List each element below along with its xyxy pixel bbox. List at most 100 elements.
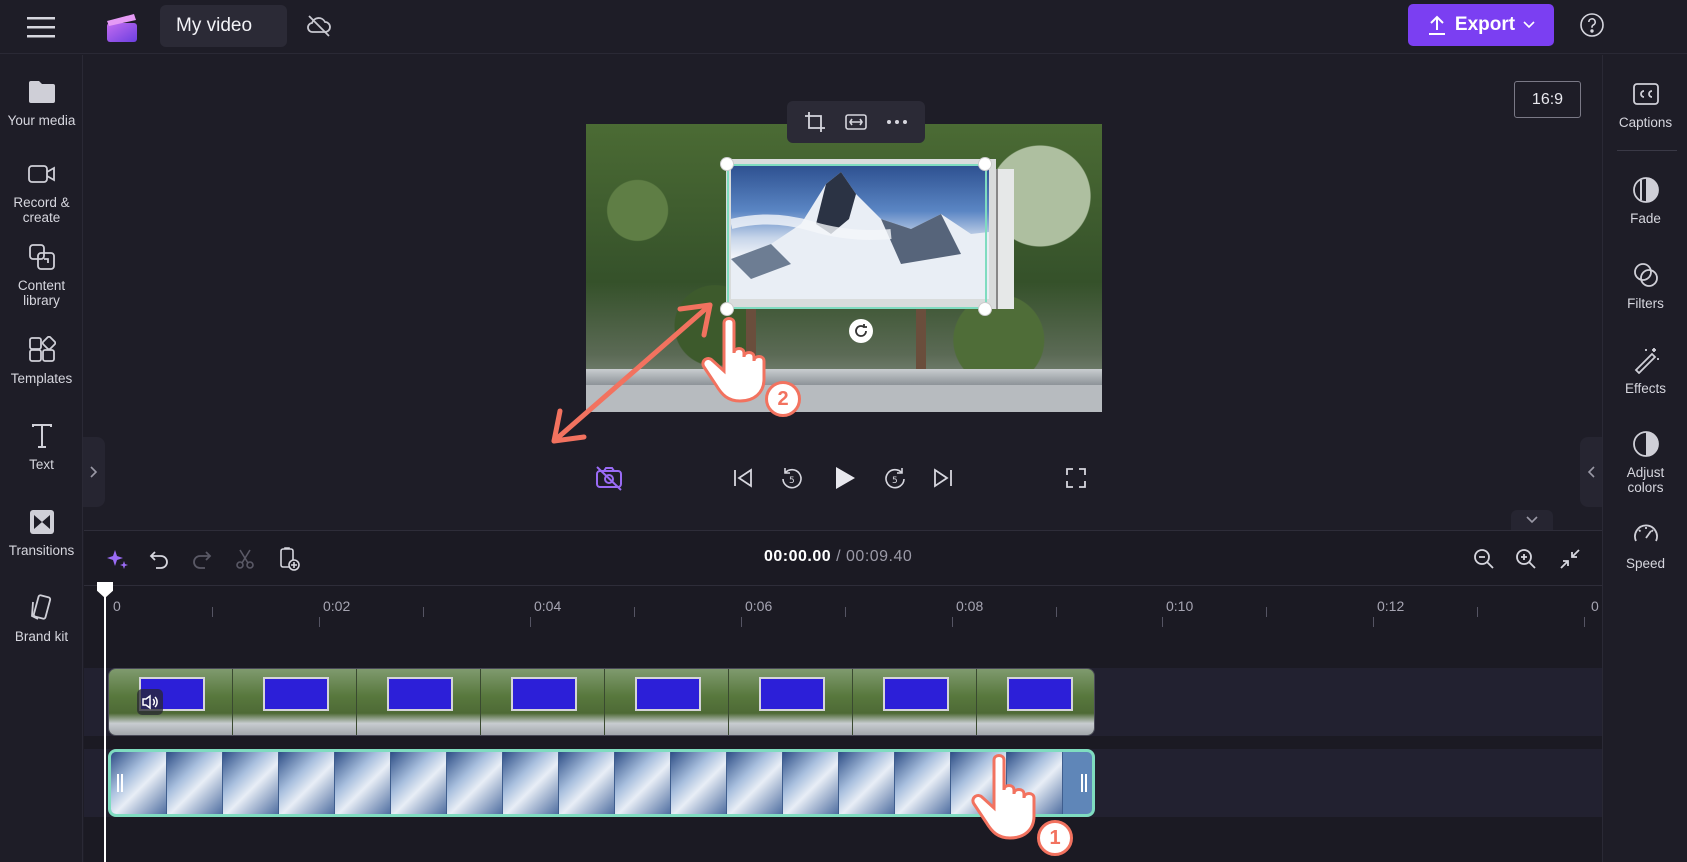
- scissors-icon[interactable]: [230, 544, 260, 574]
- sidebar-item-speed[interactable]: Speed: [1603, 520, 1687, 571]
- clip-thumbnail: [605, 669, 729, 735]
- text-icon: [27, 421, 57, 451]
- redo-icon[interactable]: [187, 544, 217, 574]
- clip-thumbnail: [977, 669, 1094, 735]
- svg-text:5: 5: [892, 476, 898, 486]
- top-bar: My video Export: [0, 0, 1687, 54]
- fade-icon: [1631, 175, 1661, 205]
- sparkle-icon[interactable]: [102, 544, 132, 574]
- sidebar-item-templates[interactable]: Templates: [0, 335, 83, 386]
- sidebar-item-fade[interactable]: Fade: [1603, 175, 1687, 226]
- ruler-tick: [423, 607, 424, 617]
- rotate-handle[interactable]: [849, 319, 873, 343]
- collapse-preview-button[interactable]: [1511, 510, 1553, 530]
- clip-thumbnail: [503, 752, 559, 814]
- skip-back-icon[interactable]: [726, 458, 760, 498]
- resize-handle-bottom-left[interactable]: [720, 302, 734, 316]
- sidebar-item-effects[interactable]: Effects: [1603, 345, 1687, 396]
- content-library-icon: [27, 242, 57, 272]
- project-title[interactable]: My video: [160, 5, 287, 47]
- step-1-badge: 1: [1037, 820, 1073, 856]
- clip-thumbnail: [727, 752, 783, 814]
- add-media-icon[interactable]: [274, 544, 304, 574]
- sidebar-item-label: Brand kit: [14, 629, 69, 644]
- clip-thumbnail: [167, 752, 223, 814]
- floating-toolbar: [787, 101, 925, 143]
- upload-icon: [1427, 14, 1447, 36]
- resize-arrow-annotation: [551, 302, 713, 444]
- resize-handle-top-left[interactable]: [720, 157, 734, 171]
- video-camera-icon: [27, 159, 57, 189]
- zoom-out-icon[interactable]: [1469, 544, 1499, 574]
- sidebar-item-filters[interactable]: Filters: [1603, 260, 1687, 311]
- sidebar-item-label: Captions: [1618, 115, 1673, 130]
- ruler-tick: [530, 617, 531, 627]
- sidebar-item-label: Transitions: [8, 543, 75, 558]
- fullscreen-icon[interactable]: [1059, 458, 1093, 498]
- sidebar-item-transitions[interactable]: Transitions: [0, 507, 83, 558]
- fit-icon[interactable]: [843, 109, 869, 135]
- speaker-icon[interactable]: [137, 689, 163, 715]
- video-clip-mountain[interactable]: [108, 749, 1095, 817]
- clip-thumbnail: [783, 752, 839, 814]
- skip-forward-icon[interactable]: [926, 458, 960, 498]
- sidebar-item-label: Effects: [1624, 381, 1667, 396]
- forward-5-icon[interactable]: 5: [878, 458, 912, 498]
- aspect-ratio-button[interactable]: 16:9: [1514, 81, 1581, 118]
- menu-icon[interactable]: [24, 12, 58, 42]
- divider: [1617, 150, 1677, 151]
- ruler-tick: [845, 607, 846, 617]
- sidebar-item-label: Content library: [17, 278, 66, 308]
- playhead[interactable]: [104, 584, 106, 862]
- clipchamp-logo: [104, 9, 140, 45]
- billboard-post: [916, 304, 926, 374]
- overlay-mountain-image[interactable]: [731, 164, 989, 299]
- clip-thumbnail: [391, 752, 447, 814]
- sidebar-item-captions[interactable]: Captions: [1603, 79, 1687, 130]
- sidebar-item-brand-kit[interactable]: Brand kit: [0, 593, 83, 644]
- ruler-tick: [952, 617, 953, 627]
- ruler-label: 0:10: [1166, 598, 1194, 614]
- fit-timeline-icon[interactable]: [1555, 544, 1585, 574]
- brand-kit-icon: [27, 593, 57, 623]
- current-time: 00:00.00: [764, 548, 832, 565]
- clip-thumbnail: [615, 752, 671, 814]
- rewind-5-icon[interactable]: 5: [775, 458, 809, 498]
- sidebar-item-label: Filters: [1627, 296, 1664, 311]
- play-button[interactable]: [828, 458, 862, 498]
- undo-icon[interactable]: [144, 544, 174, 574]
- total-time: 00:09.40: [846, 548, 913, 565]
- clip-thumbnail: [853, 669, 977, 735]
- trim-handle-right[interactable]: [1081, 774, 1087, 792]
- clip-thumbnail: [447, 752, 503, 814]
- more-options-icon[interactable]: [884, 109, 910, 135]
- ruler-label: 0:04: [534, 598, 562, 614]
- ruler-tick: [1162, 617, 1163, 627]
- adjust-colors-icon: [1631, 429, 1661, 459]
- trim-handle-left[interactable]: [117, 774, 123, 792]
- export-button[interactable]: Export: [1408, 4, 1554, 46]
- speed-icon: [1631, 520, 1661, 550]
- ruler-tick: [1266, 607, 1267, 617]
- cloud-off-icon[interactable]: [305, 12, 333, 40]
- resize-handle-top-right[interactable]: [978, 157, 992, 171]
- video-clip-billboard[interactable]: [108, 668, 1095, 736]
- ruler-label: 0:08: [956, 598, 984, 614]
- camera-off-icon[interactable]: [592, 458, 626, 498]
- help-icon[interactable]: [1579, 12, 1605, 38]
- ruler-label: 0:02: [323, 598, 351, 614]
- sidebar-item-your-media[interactable]: Your media: [0, 77, 83, 128]
- crop-icon[interactable]: [802, 109, 828, 135]
- ruler-tick: [634, 607, 635, 617]
- sidebar-item-record-create[interactable]: Record & create: [0, 159, 83, 225]
- clip-thumbnail: [357, 669, 481, 735]
- folder-icon: [27, 77, 57, 107]
- time-separator: /: [831, 548, 847, 565]
- playback-controls: 5 5: [0, 458, 1687, 500]
- clip-thumbnail: [895, 752, 951, 814]
- zoom-in-icon[interactable]: [1511, 544, 1541, 574]
- resize-handle-bottom-right[interactable]: [978, 302, 992, 316]
- timecode: 00:00.00 / 00:09.40: [764, 548, 912, 566]
- ruler-label: 0:06: [745, 598, 773, 614]
- sidebar-item-content-library[interactable]: Content library: [0, 242, 83, 308]
